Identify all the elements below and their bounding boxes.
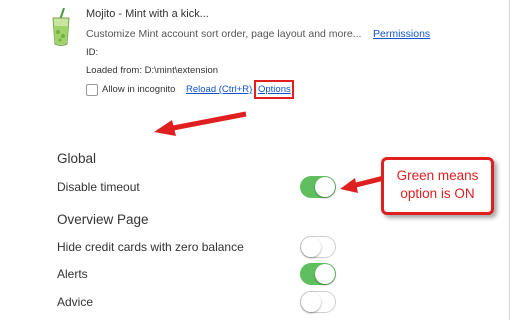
extension-id: ID: [86,47,99,58]
toggle-knob [301,292,321,312]
permissions-link[interactable]: Permissions [373,28,430,40]
annotation-arrow-options [154,111,247,136]
setting-label-hide-credit-cards: Hide credit cards with zero balance [57,240,244,254]
setting-label-disable-timeout: Disable timeout [57,180,140,194]
extension-loaded-from: Loaded from: D:\mint\extension [86,65,219,76]
toggle-knob [315,264,335,284]
mojito-glass-icon [52,8,70,46]
reload-link[interactable]: Reload (Ctrl+R) [186,84,252,95]
setting-label-advice: Advice [57,295,94,309]
incognito-checkbox[interactable] [86,84,98,96]
incognito-label: Allow in incognito [102,84,176,95]
toggle-disable-timeout[interactable] [300,176,336,198]
section-heading-global: Global [57,151,97,166]
extension-description: Customize Mint account sort order, page … [86,28,362,40]
toggle-hide-credit-cards[interactable] [300,236,336,258]
page-edge-divider [509,0,510,320]
annotation-callout: Green means option is ON [381,157,494,215]
setting-label-alerts: Alerts [57,267,88,281]
toggle-alerts[interactable] [300,263,336,285]
toggle-knob [315,177,335,197]
callout-line-2: option is ON [400,186,475,201]
toggle-knob [301,237,321,257]
extension-title: Mojito - Mint with a kick... [86,8,209,20]
toggle-advice[interactable] [300,291,336,313]
callout-line-1: Green means [396,168,479,183]
section-heading-overview: Overview Page [57,212,149,227]
options-link[interactable]: Options [258,84,291,95]
extension-card: Mojito - Mint with a kick... Customize M… [0,0,512,110]
